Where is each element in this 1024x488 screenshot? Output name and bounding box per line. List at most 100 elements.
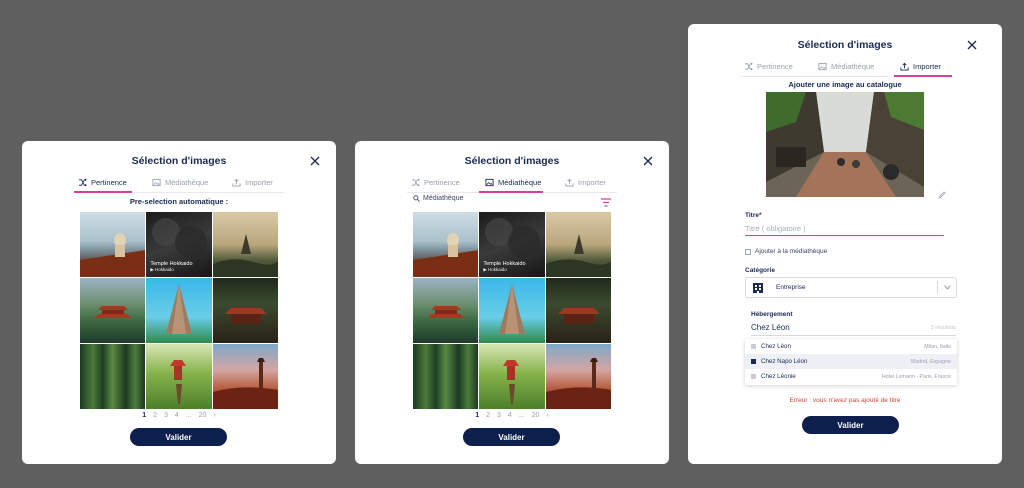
title-label: Titre*	[745, 212, 762, 219]
image-tile-japan-lake-temple[interactable]	[413, 278, 479, 343]
tab-bar: Pertinence Médiathèque Importer	[407, 174, 617, 193]
option-location: Milan, Italie	[924, 343, 951, 350]
validate-button[interactable]: Valider	[463, 428, 560, 446]
upload-icon	[900, 62, 909, 71]
lodging-option[interactable]: Chez Napo Léon Madrid, Espagne	[745, 354, 957, 369]
image-selection-modal-import: Sélection d'images Pertinence Médiathèqu…	[688, 24, 1002, 464]
image-tile-temple-hokkaido[interactable]: Temple Hokkaido ▶ Hokkaido	[479, 212, 545, 277]
page-1[interactable]: 1	[475, 412, 479, 419]
category-label: Catégorie	[745, 267, 775, 274]
shuffle-icon	[411, 178, 420, 186]
image-tile-garden-pagoda[interactable]	[479, 344, 545, 409]
page-2[interactable]: 2	[486, 412, 490, 419]
filter-icon[interactable]	[601, 194, 611, 207]
tab-label: Pertinence	[424, 177, 460, 187]
upload-heading: Ajouter une image au catalogue	[788, 80, 902, 89]
tile-subcaption: ▶ Hokkaido	[150, 267, 174, 272]
option-location: Madrid, Espagne	[910, 358, 951, 365]
page-1[interactable]: 1	[142, 412, 146, 419]
tab-label: Importer	[913, 61, 941, 71]
search-input[interactable]: Médiathèque	[413, 193, 603, 203]
tab-bar: Pertinence Médiathèque Importer	[74, 174, 284, 193]
close-icon[interactable]	[641, 154, 655, 168]
image-tile-forest-shrine[interactable]	[212, 278, 278, 343]
image-tile-bagan-pagoda[interactable]	[545, 212, 611, 277]
tab-label: Importer	[578, 177, 606, 187]
image-tile-stone-temple[interactable]	[479, 278, 545, 343]
chevron-down-icon	[938, 285, 956, 290]
image-grid: Temple Hokkaido ▶ Hokkaido	[80, 212, 278, 409]
uploaded-image-preview	[766, 92, 924, 197]
error-message: Erreur : vous n'avez pas ajouté de titre	[789, 397, 901, 404]
option-name: Chez Léonie	[761, 373, 796, 380]
image-icon	[818, 62, 827, 70]
pagination: 1 2 3 4 ... 20 ›	[355, 412, 669, 419]
tab-importer[interactable]: Importer	[565, 174, 606, 190]
title-placeholder: Titre ( obligatoire )	[745, 224, 806, 233]
page-4[interactable]: 4	[508, 412, 512, 419]
tab-importer[interactable]: Importer	[900, 58, 941, 74]
image-tile-sunset-pagoda[interactable]	[545, 344, 611, 409]
lodging-dropdown: Chez Léon Milan, Italie Chez Napo Léon M…	[745, 339, 957, 385]
image-tile-lake-boat[interactable]	[413, 212, 479, 277]
upload-icon	[232, 178, 241, 187]
close-icon[interactable]	[965, 38, 979, 52]
tab-label: Médiathèque	[498, 177, 542, 187]
close-icon[interactable]	[308, 154, 322, 168]
tab-mediatheque[interactable]: Médiathèque	[152, 174, 208, 190]
image-icon	[485, 178, 494, 186]
image-tile-lake-boat[interactable]	[80, 212, 146, 277]
image-tile-stone-temple[interactable]	[146, 278, 212, 343]
image-tile-japan-lake-temple[interactable]	[80, 278, 146, 343]
image-icon	[152, 178, 161, 186]
tab-pertinence[interactable]: Pertinence	[744, 58, 793, 74]
image-selection-modal-pertinence: Sélection d'images Pertinence Médiathèqu…	[22, 141, 336, 464]
image-tile-bamboo-forest[interactable]	[413, 344, 479, 409]
lodging-value: Chez Léon	[751, 323, 790, 332]
chevron-right-icon[interactable]: ›	[213, 412, 215, 419]
category-select[interactable]: Entreprise	[745, 277, 957, 298]
tab-importer[interactable]: Importer	[232, 174, 273, 190]
option-name: Chez Napo Léon	[761, 358, 808, 365]
add-to-library-checkbox[interactable]: Ajouter à la médiathèque	[745, 248, 827, 255]
modal-title: Sélection d'images	[797, 39, 893, 51]
image-tile-temple-hokkaido[interactable]: Temple Hokkaido ▶ Hokkaido	[146, 212, 212, 277]
shuffle-icon	[744, 62, 753, 70]
lodging-search-input[interactable]: Chez Léon 3 résultats	[751, 320, 956, 336]
image-grid: Temple Hokkaido ▶ Hokkaido	[413, 212, 611, 409]
image-tile-bamboo-forest[interactable]	[80, 344, 146, 409]
page-20[interactable]: 20	[199, 412, 207, 419]
page-ellipsis: ...	[185, 412, 192, 419]
tab-bar: Pertinence Médiathèque Importer	[740, 58, 952, 77]
page-2[interactable]: 2	[153, 412, 157, 419]
image-tile-garden-pagoda[interactable]	[146, 344, 212, 409]
page-3[interactable]: 3	[497, 412, 501, 419]
image-tile-forest-shrine[interactable]	[545, 278, 611, 343]
tab-label: Pertinence	[91, 177, 127, 187]
tab-pertinence[interactable]: Pertinence	[78, 174, 127, 190]
validate-button[interactable]: Valider	[130, 428, 227, 446]
hotel-icon	[751, 374, 756, 379]
lodging-option[interactable]: Chez Léonie Hotel Lemarin - Paris, Franc…	[745, 369, 957, 384]
image-tile-bagan-pagoda[interactable]	[212, 212, 278, 277]
edit-pencil-icon[interactable]	[938, 186, 946, 199]
page-20[interactable]: 20	[532, 412, 540, 419]
hotel-icon	[751, 344, 756, 349]
option-name: Chez Léon	[761, 343, 791, 350]
building-icon	[753, 282, 763, 293]
tab-label: Importer	[245, 177, 273, 187]
image-tile-sunset-pagoda[interactable]	[212, 344, 278, 409]
title-input[interactable]: Titre ( obligatoire )	[745, 222, 944, 236]
validate-button[interactable]: Valider	[802, 416, 899, 434]
tab-pertinence[interactable]: Pertinence	[411, 174, 460, 190]
shuffle-icon	[78, 178, 87, 186]
tab-label: Médiathèque	[831, 61, 875, 71]
active-tab-indicator	[74, 191, 132, 193]
lodging-option[interactable]: Chez Léon Milan, Italie	[745, 339, 957, 354]
tab-mediatheque[interactable]: Médiathèque	[485, 174, 541, 190]
page-4[interactable]: 4	[175, 412, 179, 419]
page-3[interactable]: 3	[164, 412, 168, 419]
tab-mediatheque[interactable]: Médiathèque	[818, 58, 874, 74]
chevron-right-icon[interactable]: ›	[546, 412, 548, 419]
tab-label: Médiathèque	[165, 177, 209, 187]
